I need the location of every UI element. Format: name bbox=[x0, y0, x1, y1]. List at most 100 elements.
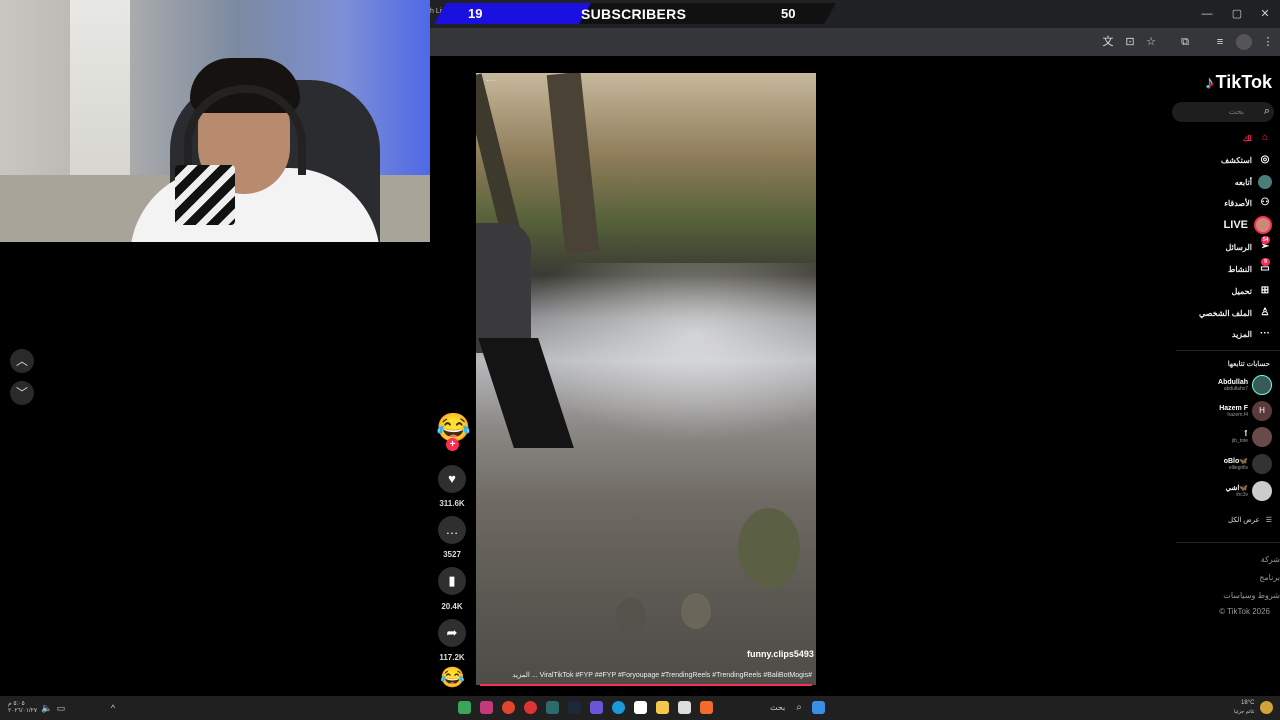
music-disc-icon[interactable]: 😂 bbox=[440, 666, 465, 690]
subscriber-title: SUBSCRIBERS bbox=[581, 6, 687, 22]
edge-icon[interactable] bbox=[612, 701, 625, 714]
share-button[interactable]: ➦ bbox=[438, 619, 466, 647]
following-account[interactable]: oBlo🦋 elliegirlls bbox=[1224, 453, 1272, 475]
weather-condition: غائم جزئيا bbox=[1234, 709, 1255, 715]
footer-program-link[interactable]: برنامج bbox=[1259, 573, 1280, 582]
video-author-handle[interactable]: funny.clips5493 bbox=[747, 649, 814, 659]
app-icon[interactable] bbox=[458, 701, 471, 714]
search-icon[interactable]: ⌕ bbox=[1264, 105, 1270, 118]
sidebar-divider bbox=[1176, 542, 1280, 543]
store-icon[interactable] bbox=[634, 701, 647, 714]
footer-company-link[interactable]: شركة bbox=[1261, 555, 1280, 564]
follow-plus-icon[interactable]: + bbox=[446, 438, 459, 451]
avatar bbox=[1252, 427, 1272, 447]
home-icon: ⌂ bbox=[1261, 132, 1269, 143]
account-name: Hazem F bbox=[1219, 404, 1248, 412]
activity-badge: 9 bbox=[1261, 258, 1270, 266]
network-icon[interactable]: ▭ bbox=[52, 699, 70, 717]
save-button[interactable]: ▮ bbox=[438, 567, 466, 595]
following-account[interactable]: Abdullah abdullahx7 bbox=[1218, 374, 1272, 396]
comment-button[interactable]: … bbox=[438, 516, 466, 544]
following-avatar-icon bbox=[1258, 175, 1272, 189]
screen: { "browser": { "tab_text": "h Live", "ba… bbox=[0, 0, 1280, 720]
sidebar-item-profile[interactable]: الملف الشخصي ♙ bbox=[1199, 305, 1272, 321]
chrome-icon[interactable] bbox=[502, 701, 515, 714]
activity-icon: ▭ 9 bbox=[1260, 258, 1270, 274]
microphone bbox=[175, 165, 235, 225]
sidebar-item-label: تحميل bbox=[1231, 286, 1253, 296]
more-dots-icon: ··· bbox=[1260, 328, 1270, 339]
sidebar-divider bbox=[1176, 350, 1280, 351]
video-progress-bar[interactable] bbox=[480, 684, 812, 686]
sidebar-item-following[interactable]: أتابعه bbox=[1235, 174, 1272, 190]
tray-chevron-icon[interactable]: ^ bbox=[104, 699, 122, 717]
media-icon[interactable]: ≡ bbox=[1212, 34, 1228, 50]
taskbar-search-label[interactable]: بحث bbox=[770, 703, 785, 712]
tiktok-logo[interactable]: ♪ TikTok bbox=[1192, 72, 1272, 92]
app-icon[interactable] bbox=[678, 701, 691, 714]
compass-icon: ◎ bbox=[1260, 154, 1270, 165]
account-handle: hazem.f4 bbox=[1227, 411, 1248, 418]
sidebar-item-friends[interactable]: الأصدقاء ⚇ bbox=[1224, 195, 1272, 211]
account-handle: jib_tote bbox=[1231, 438, 1248, 444]
app-icon[interactable] bbox=[590, 701, 603, 714]
menu-icon[interactable]: ⋮ bbox=[1260, 34, 1276, 50]
sidebar-item-messages[interactable]: الرسائل ➢ 54 bbox=[1226, 236, 1273, 255]
install-icon[interactable]: ⊡ bbox=[1122, 34, 1138, 50]
sidebar-item-label: النشاط bbox=[1227, 264, 1252, 274]
friends-icon: ⚇ bbox=[1260, 197, 1270, 208]
video-rock bbox=[738, 508, 800, 588]
next-video-button[interactable]: ﹀ bbox=[10, 381, 34, 405]
app-icon[interactable] bbox=[480, 701, 493, 714]
taskbar-clock[interactable]: ٥:٠٥ م ٢٠٢٦/٠١/٢٧ bbox=[8, 701, 37, 715]
app-icon[interactable] bbox=[524, 701, 537, 714]
see-all-label: عرض الكل bbox=[1228, 517, 1260, 524]
start-menu-icon[interactable] bbox=[812, 701, 825, 714]
bookmark-star-icon[interactable]: ☆ bbox=[1143, 34, 1159, 50]
following-account[interactable]: Hazem Fhazem.f4 H bbox=[1219, 400, 1272, 422]
video-rock bbox=[616, 598, 646, 634]
weather-icon[interactable] bbox=[1260, 701, 1273, 714]
sidebar-item-upload[interactable]: تحميل ⊞ bbox=[1232, 283, 1273, 299]
sidebar-item-label: الأصدقاء bbox=[1224, 198, 1252, 208]
footer-terms-link[interactable]: شروط وسياسات bbox=[1223, 591, 1280, 600]
profile-avatar-icon[interactable] bbox=[1236, 34, 1252, 50]
following-account[interactable]: اشي🦋 ihc3v bbox=[1226, 480, 1272, 502]
search-input[interactable]: بحث ⌕ bbox=[1172, 102, 1274, 122]
weather-temperature[interactable]: 18°C bbox=[1241, 700, 1254, 706]
previous-video-button[interactable]: ︿ bbox=[10, 349, 34, 373]
steam-icon[interactable] bbox=[568, 701, 581, 714]
see-all-link[interactable]: عرض الكل ☰ bbox=[1228, 516, 1272, 524]
comment-count: 3527 bbox=[443, 550, 461, 559]
extensions-icon[interactable]: ⧉ bbox=[1177, 34, 1193, 50]
file-explorer-icon[interactable] bbox=[656, 701, 669, 714]
translate-icon[interactable]: 文 bbox=[1100, 34, 1116, 50]
taskbar-search-icon[interactable]: ⌕ bbox=[790, 699, 808, 717]
video-more-icon[interactable]: ··· bbox=[486, 75, 496, 86]
subscriber-current: 19 bbox=[468, 6, 483, 21]
video-player[interactable]: ··· bbox=[476, 73, 816, 685]
minimize-button[interactable]: — bbox=[1192, 4, 1222, 24]
sidebar-item-for-you[interactable]: لك ⌂ bbox=[1243, 130, 1272, 146]
sidebar-item-live[interactable]: LIVE bbox=[1223, 216, 1272, 234]
following-account[interactable]: ٱ jib_tote bbox=[1232, 426, 1272, 448]
maximize-button[interactable]: ▢ bbox=[1222, 4, 1252, 24]
save-count: 20.4K bbox=[441, 602, 463, 611]
sidebar-item-label: المزيد bbox=[1231, 329, 1252, 339]
like-button[interactable]: ♥ bbox=[438, 465, 466, 493]
subscriber-goal: 50 bbox=[781, 6, 796, 21]
sidebar-item-label: LIVE bbox=[1223, 219, 1248, 231]
account-name: اشي🦋 bbox=[1225, 485, 1248, 492]
search-placeholder: بحث bbox=[1228, 107, 1244, 116]
app-icon[interactable] bbox=[700, 701, 713, 714]
sidebar-item-more[interactable]: المزيد ··· bbox=[1232, 326, 1272, 342]
video-person bbox=[476, 223, 531, 353]
avatar: H bbox=[1252, 401, 1272, 421]
video-tree bbox=[546, 73, 600, 255]
terminal-icon[interactable] bbox=[546, 701, 559, 714]
webcam-door bbox=[70, 0, 130, 190]
sidebar-item-explore[interactable]: استكشف ◎ bbox=[1221, 152, 1272, 168]
account-name: ٱ bbox=[1243, 431, 1248, 438]
close-button[interactable]: ✕ bbox=[1250, 4, 1280, 24]
sidebar-item-activity[interactable]: النشاط ▭ 9 bbox=[1227, 258, 1272, 277]
